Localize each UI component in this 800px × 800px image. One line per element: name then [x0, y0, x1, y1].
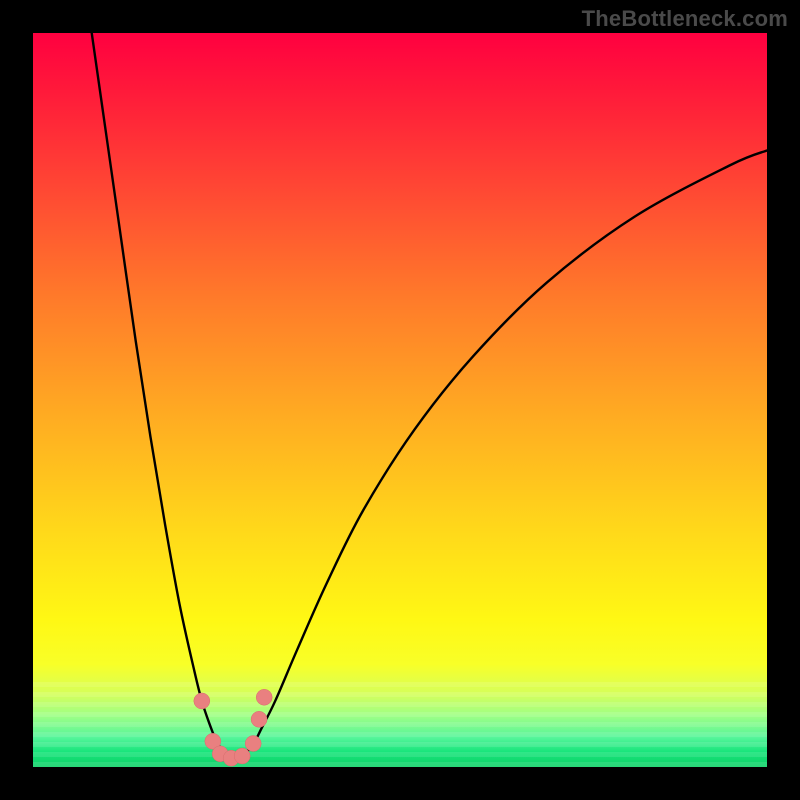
curve-left-branch: [92, 33, 224, 752]
curve-right-branch: [246, 150, 767, 752]
data-marker: [234, 748, 250, 764]
watermark-text: TheBottleneck.com: [582, 6, 788, 32]
data-marker: [245, 736, 261, 752]
plot-area: [33, 33, 767, 767]
data-marker: [256, 689, 272, 705]
bottleneck-curve: [33, 33, 767, 767]
data-marker: [251, 711, 267, 727]
outer-frame: TheBottleneck.com: [0, 0, 800, 800]
data-marker: [194, 693, 210, 709]
